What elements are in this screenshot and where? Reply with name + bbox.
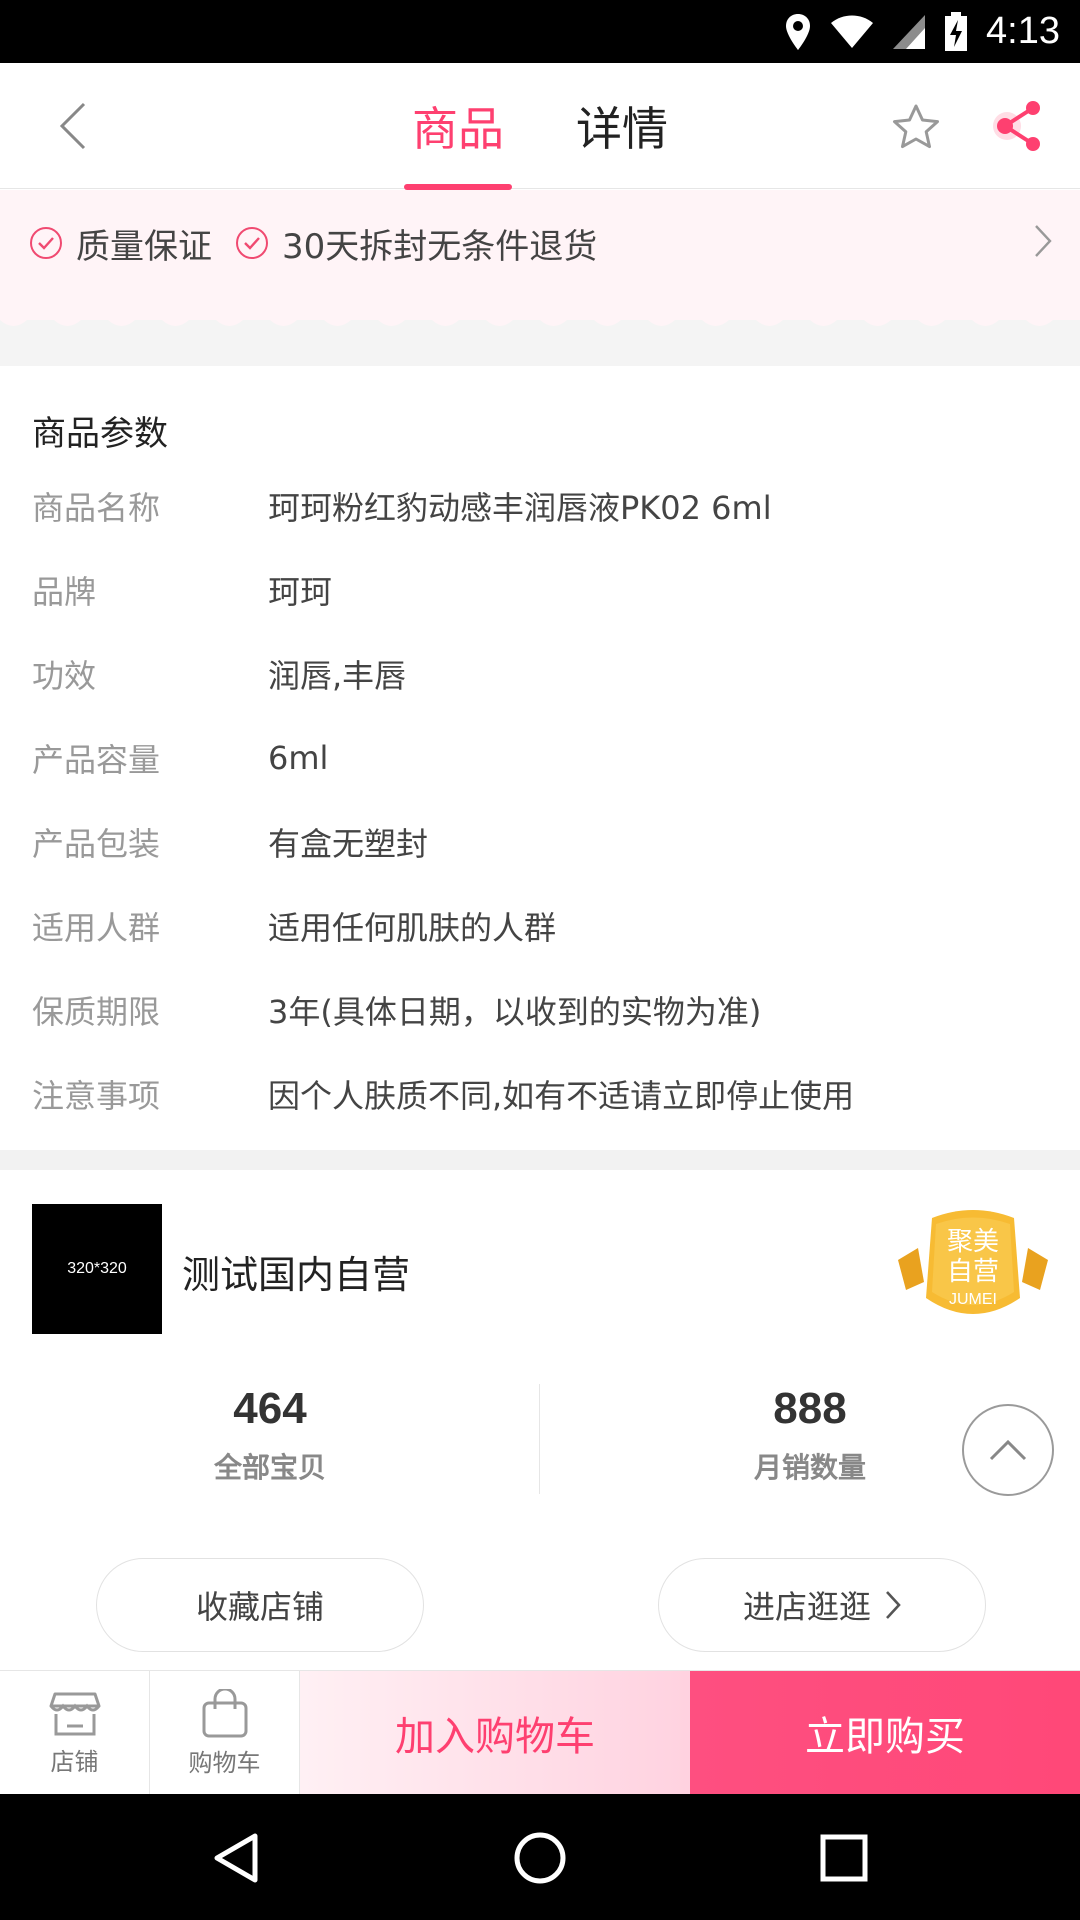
- add-to-cart-button[interactable]: 加入购物车: [300, 1671, 690, 1795]
- share-icon: [993, 101, 1040, 151]
- param-value: 因个人肤质不同,如有不适请立即停止使用: [268, 1077, 855, 1115]
- stat-divider: [539, 1384, 540, 1494]
- stat-all-items[interactable]: 464 全部宝贝: [120, 1384, 420, 1486]
- stat-label: 全部宝贝: [213, 1451, 326, 1484]
- params-title: 商品参数: [32, 414, 168, 454]
- stat-value: 464: [233, 1384, 307, 1433]
- status-time: 4:13: [986, 10, 1060, 52]
- enter-shop-button[interactable]: 进店逛逛: [658, 1558, 986, 1652]
- store-button[interactable]: 店铺: [0, 1671, 150, 1795]
- param-value: 适用任何肌肤的人群: [268, 909, 557, 947]
- param-key: 商品名称: [32, 489, 161, 527]
- chevron-up-icon: [989, 1439, 1027, 1461]
- param-value: 3年(具体日期，以收到的实物为准): [268, 993, 762, 1031]
- param-row: 功效 润唇,丰唇: [32, 650, 406, 698]
- square-recents-icon: [820, 1834, 868, 1882]
- guarantee-label: 质量保证: [76, 226, 212, 267]
- scroll-to-top-button[interactable]: [962, 1404, 1054, 1496]
- store-icon: [49, 1692, 100, 1735]
- svg-text:聚美: 聚美: [947, 1227, 999, 1257]
- enter-shop-label: 进店逛逛: [742, 1588, 871, 1626]
- status-bar: 4:13: [0, 0, 1080, 63]
- check-circle-icon: [30, 227, 62, 259]
- param-key: 产品容量: [32, 741, 161, 779]
- shopping-bag-icon: [202, 1688, 247, 1737]
- svg-text:JUMEI: JUMEI: [949, 1291, 997, 1308]
- battery-charging-icon: [945, 11, 968, 51]
- tab-product[interactable]: 商品: [404, 63, 512, 190]
- shop-name[interactable]: 测试国内自营: [182, 1244, 410, 1299]
- chevron-right-icon: [886, 1591, 901, 1619]
- bottom-action-bar: 店铺 购物车 加入购物车 立即购买: [0, 1670, 1080, 1795]
- favorite-shop-label: 收藏店铺: [195, 1588, 324, 1626]
- location-icon: [786, 13, 811, 50]
- circle-home-icon: [514, 1832, 566, 1884]
- favorite-button[interactable]: [884, 95, 948, 159]
- tab-details[interactable]: 详情: [572, 63, 672, 189]
- param-value: 珂珂粉红豹动感丰润唇液PK02 6ml: [268, 489, 772, 527]
- stat-monthly-sales: 888 月销数量: [660, 1384, 960, 1486]
- nav-recents-button[interactable]: [814, 1828, 874, 1888]
- jumei-self-operated-badge: 聚美 自营 JUMEI: [896, 1208, 1050, 1324]
- param-row: 品牌 珂珂: [32, 566, 332, 614]
- param-value: 润唇,丰唇: [268, 657, 407, 695]
- param-key: 产品包装: [32, 825, 161, 863]
- share-button[interactable]: [984, 93, 1050, 159]
- param-row: 注意事项 因个人肤质不同,如有不适请立即停止使用: [32, 1070, 854, 1118]
- shop-stats: 464 全部宝贝 888 月销数量: [0, 1384, 1080, 1494]
- param-key: 注意事项: [32, 1077, 161, 1115]
- cart-button[interactable]: 购物车: [150, 1671, 300, 1795]
- param-row: 产品容量 6ml: [32, 734, 328, 782]
- product-params: 商品参数 商品名称 珂珂粉红豹动感丰润唇液PK02 6ml 品牌 珂珂 功效 润…: [0, 366, 1080, 1150]
- guarantee-item: 质量保证: [30, 219, 212, 268]
- top-nav: 商品 详情: [0, 63, 1080, 190]
- favorite-shop-button[interactable]: 收藏店铺: [96, 1558, 424, 1652]
- nav-home-button[interactable]: [510, 1828, 570, 1888]
- svg-text:自营: 自营: [947, 1257, 999, 1287]
- param-row: 适用人群 适用任何肌肤的人群: [32, 902, 556, 950]
- param-key: 适用人群: [32, 909, 161, 947]
- stat-value: 888: [773, 1384, 847, 1433]
- check-circle-icon: [236, 227, 268, 259]
- chevron-right-icon: [1034, 224, 1052, 262]
- param-row: 产品包装 有盒无塑封: [32, 818, 428, 866]
- section-divider: [0, 1150, 1080, 1170]
- guarantee-label: 30天拆封无条件退货: [282, 226, 598, 267]
- param-row: 商品名称 珂珂粉红豹动感丰润唇液PK02 6ml: [32, 482, 772, 530]
- guarantee-item: 30天拆封无条件退货: [236, 219, 597, 268]
- param-row: 保质期限 3年(具体日期，以收到的实物为准): [32, 986, 761, 1034]
- shop-card: 320*320 测试国内自营 聚美 自营 JUMEI 464 全部宝贝 888 …: [0, 1170, 1080, 1670]
- param-key: 功效: [32, 657, 97, 695]
- nav-back-button[interactable]: [206, 1828, 266, 1888]
- param-value: 有盒无塑封: [268, 825, 429, 863]
- service-guarantee-bar[interactable]: 质量保证 30天拆封无条件退货: [0, 190, 1080, 330]
- star-icon: [893, 104, 939, 149]
- param-key: 保质期限: [32, 993, 161, 1031]
- cart-label: 购物车: [188, 1748, 261, 1777]
- param-value: 珂珂: [268, 573, 333, 611]
- system-nav-bar: [0, 1794, 1080, 1920]
- param-key: 品牌: [32, 573, 97, 611]
- signal-icon: [893, 14, 926, 49]
- stat-label: 月销数量: [753, 1451, 866, 1484]
- store-label: 店铺: [50, 1747, 99, 1776]
- buy-now-button[interactable]: 立即购买: [690, 1671, 1080, 1795]
- wifi-icon: [831, 15, 874, 48]
- scalloped-divider: [0, 310, 1080, 366]
- shop-logo[interactable]: 320*320: [32, 1204, 162, 1334]
- triangle-back-icon: [214, 1833, 258, 1883]
- param-value: 6ml: [268, 739, 329, 777]
